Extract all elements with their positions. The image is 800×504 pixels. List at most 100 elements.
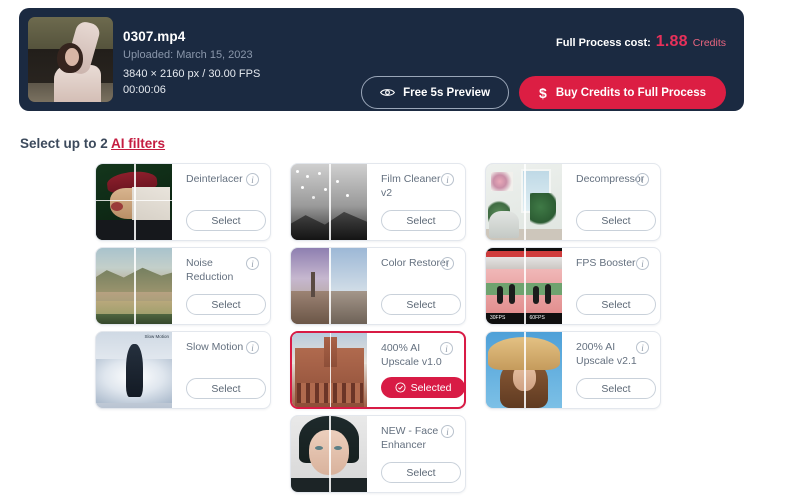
- filter-body: Slow Motion i Select: [172, 332, 270, 408]
- video-info-panel: 0307.mp4 Uploaded: March 15, 2023 3840 ×…: [19, 8, 744, 111]
- art-shape: [310, 272, 315, 297]
- filter-preview-slow-motion: Slow Motion: [96, 332, 172, 408]
- cost-unit: Credits: [692, 37, 726, 49]
- before-after-divider: [134, 248, 136, 324]
- select-button[interactable]: Select: [186, 378, 266, 399]
- cost-label: Full Process cost:: [556, 37, 651, 49]
- video-upload-date: Uploaded: March 15, 2023: [123, 49, 253, 61]
- filter-card-color-restorer[interactable]: Color Restorer i Select: [290, 247, 466, 325]
- video-duration: 00:00:06: [123, 84, 166, 96]
- select-button[interactable]: Select: [576, 210, 656, 231]
- before-after-divider: [524, 248, 526, 324]
- fps-tag-after: 60FPS: [529, 315, 545, 321]
- filter-card-200-ai-upscale-v21[interactable]: 200% AI Upscale v2.1 i Select: [485, 331, 661, 409]
- filter-body: NEW - Face Enhancer i Select: [367, 416, 465, 492]
- art-shape: [496, 286, 503, 304]
- info-icon[interactable]: i: [441, 425, 454, 438]
- filter-preview-400-ai-upscale-v1: [292, 333, 367, 407]
- thumbnail-subject-face: [65, 47, 80, 66]
- filter-preview-noise-reduction: [96, 248, 172, 324]
- app-root: 0307.mp4 Uploaded: March 15, 2023 3840 ×…: [0, 0, 800, 504]
- filter-body: Noise Reduction i Select: [172, 248, 270, 324]
- ai-filters-link[interactable]: AI filters: [111, 136, 165, 151]
- select-button[interactable]: Select: [186, 294, 266, 315]
- filter-card-noise-reduction[interactable]: Noise Reduction i Select: [95, 247, 271, 325]
- art-shape: [508, 284, 515, 305]
- art-shape: [530, 192, 556, 228]
- info-icon[interactable]: i: [440, 342, 453, 355]
- info-icon[interactable]: i: [441, 257, 454, 270]
- before-after-divider: [329, 248, 331, 324]
- before-after-divider: [329, 333, 331, 407]
- select-button[interactable]: Select: [576, 294, 656, 315]
- buy-credits-label: Buy Credits to Full Process: [555, 86, 706, 99]
- filter-card-slow-motion[interactable]: Slow Motion Slow Motion i Select: [95, 331, 271, 409]
- info-icon[interactable]: i: [636, 173, 649, 186]
- video-filename: 0307.mp4: [123, 29, 186, 44]
- filter-body: Deinterlacer i Select: [172, 164, 270, 240]
- art-shape: [545, 284, 552, 305]
- info-icon[interactable]: i: [246, 173, 259, 186]
- before-after-divider: [329, 416, 331, 492]
- filter-card-face-enhancer[interactable]: NEW - Face Enhancer i Select: [290, 415, 466, 493]
- buy-credits-button[interactable]: $ Buy Credits to Full Process: [519, 76, 726, 109]
- art-shape: [489, 211, 520, 239]
- filter-body: Color Restorer i Select: [367, 248, 465, 324]
- video-resolution: 3840 × 2160 px / 30.00 FPS: [123, 68, 261, 80]
- select-button[interactable]: Select: [576, 378, 656, 399]
- filter-card-400-ai-upscale-v1[interactable]: 400% AI Upscale v1.0 i Selected: [290, 331, 466, 409]
- art-shape: [295, 170, 299, 174]
- filter-body: Decompressor i Select: [562, 164, 660, 240]
- select-button[interactable]: Select: [381, 210, 461, 231]
- info-icon[interactable]: i: [441, 173, 454, 186]
- art-shape: [329, 248, 367, 294]
- filter-body: 400% AI Upscale v1.0 i Selected: [367, 333, 464, 407]
- filter-card-film-cleaner-v2[interactable]: Film Cleaner v2 i Select: [290, 163, 466, 241]
- eye-icon: [380, 87, 396, 98]
- video-thumbnail: [28, 17, 113, 102]
- filter-preview-decompressor: [486, 164, 562, 240]
- before-after-divider: [524, 332, 526, 408]
- info-icon[interactable]: i: [246, 341, 259, 354]
- select-button[interactable]: Select: [186, 210, 266, 231]
- thumb-art: Slow Motion: [96, 332, 172, 408]
- before-after-divider: [134, 164, 136, 240]
- filter-grid: Deinterlacer i Select Film Cleaner v2 i …: [95, 163, 680, 493]
- before-after-divider: [329, 164, 331, 240]
- info-icon[interactable]: i: [636, 341, 649, 354]
- filter-preview-fps-booster: 30FPS 60FPS: [486, 248, 562, 324]
- select-button[interactable]: Select: [381, 462, 461, 483]
- full-process-cost: Full Process cost: 1.88 Credits: [556, 33, 726, 51]
- filter-body: FPS Booster i Select: [562, 248, 660, 324]
- check-circle-icon: [395, 382, 406, 393]
- filter-card-fps-booster[interactable]: 30FPS 60FPS FPS Booster i Select: [485, 247, 661, 325]
- select-button[interactable]: Select: [381, 294, 461, 315]
- art-shape: [490, 171, 514, 192]
- art-shape: [533, 286, 540, 304]
- info-icon[interactable]: i: [636, 257, 649, 270]
- filter-card-decompressor[interactable]: Decompressor i Select: [485, 163, 661, 241]
- filter-body: 200% AI Upscale v2.1 i Select: [562, 332, 660, 408]
- before-after-divider: [524, 164, 526, 240]
- grid-spacer: [95, 415, 271, 493]
- filter-body: Film Cleaner v2 i Select: [367, 164, 465, 240]
- filter-preview-film-cleaner-v2: [291, 164, 367, 240]
- slow-motion-watermark: Slow Motion: [144, 334, 169, 339]
- free-preview-button[interactable]: Free 5s Preview: [361, 76, 510, 109]
- filter-preview-200-ai-upscale-v21: [486, 332, 562, 408]
- info-icon[interactable]: i: [246, 257, 259, 270]
- selected-button[interactable]: Selected: [381, 377, 464, 398]
- cost-value: 1.88: [655, 33, 688, 50]
- dollar-icon: $: [539, 84, 547, 101]
- art-shape: [329, 290, 367, 324]
- filter-preview-face-enhancer: [291, 416, 367, 492]
- art-shape: [126, 344, 144, 398]
- filter-preview-deinterlacer: [96, 164, 172, 240]
- filter-card-deinterlacer[interactable]: Deinterlacer i Select: [95, 163, 271, 241]
- fps-tag-before: 30FPS: [490, 315, 506, 321]
- video-metadata: 0307.mp4 Uploaded: March 15, 2023 3840 ×…: [123, 28, 260, 98]
- free-preview-label: Free 5s Preview: [403, 86, 491, 99]
- filter-preview-color-restorer: [291, 248, 367, 324]
- selected-label: Selected: [410, 381, 452, 394]
- page-title: Select up to 2 AI filters: [20, 136, 165, 151]
